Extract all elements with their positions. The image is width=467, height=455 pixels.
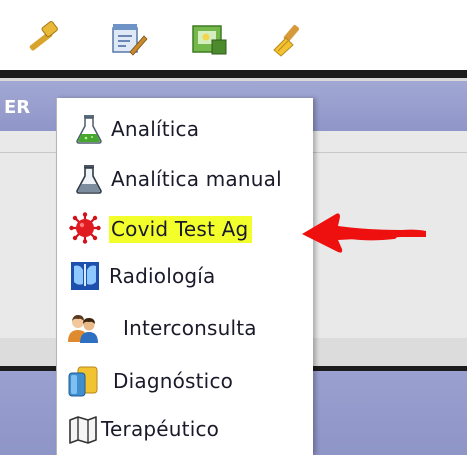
- menu-item-label: Analítica: [111, 117, 200, 141]
- menu-item-analitica[interactable]: Analítica: [57, 109, 313, 149]
- brush-icon: [273, 24, 300, 57]
- green-document-icon: [192, 25, 227, 55]
- menu-item-interconsulta[interactable]: Interconsulta: [57, 308, 313, 348]
- menu-item-radiologia[interactable]: Radiología: [57, 256, 313, 296]
- flask-blue-icon: [73, 113, 105, 145]
- menu-item-label: Interconsulta: [123, 316, 257, 340]
- toolbar-separator: [0, 70, 467, 78]
- menu-item-diagnostico[interactable]: Diagnóstico: [57, 361, 313, 401]
- menu-item-label: Terapéutico: [101, 417, 220, 441]
- hammer-button[interactable]: [22, 20, 62, 58]
- toolbar: [0, 0, 467, 70]
- menu-item-label: Radiología: [109, 264, 216, 288]
- header-title: ER: [4, 97, 31, 118]
- map-book-icon: [67, 413, 99, 445]
- brush-button[interactable]: [268, 20, 308, 58]
- edit-document-icon: [112, 24, 148, 56]
- menu-item-label: Analítica manual: [111, 167, 282, 191]
- red-arrow-icon: [302, 213, 426, 253]
- hammer-icon: [29, 21, 58, 51]
- xray-icon: [69, 260, 101, 292]
- context-menu: Analítica Analítica manual Covid Test Ag…: [56, 98, 313, 455]
- flask-dark-icon: [73, 163, 105, 195]
- virus-icon: [69, 212, 101, 244]
- menu-item-terapeutico[interactable]: Terapéutico: [57, 409, 313, 449]
- people-icon: [67, 312, 99, 344]
- green-document-button[interactable]: [190, 20, 230, 58]
- folder-icon: [67, 365, 99, 397]
- menu-item-label: Covid Test Ag: [109, 216, 253, 243]
- menu-item-label: Diagnóstico: [113, 369, 234, 393]
- edit-document-button[interactable]: [108, 20, 148, 58]
- menu-item-covid-test-ag[interactable]: Covid Test Ag: [57, 208, 313, 248]
- menu-item-analitica-manual[interactable]: Analítica manual: [57, 159, 313, 199]
